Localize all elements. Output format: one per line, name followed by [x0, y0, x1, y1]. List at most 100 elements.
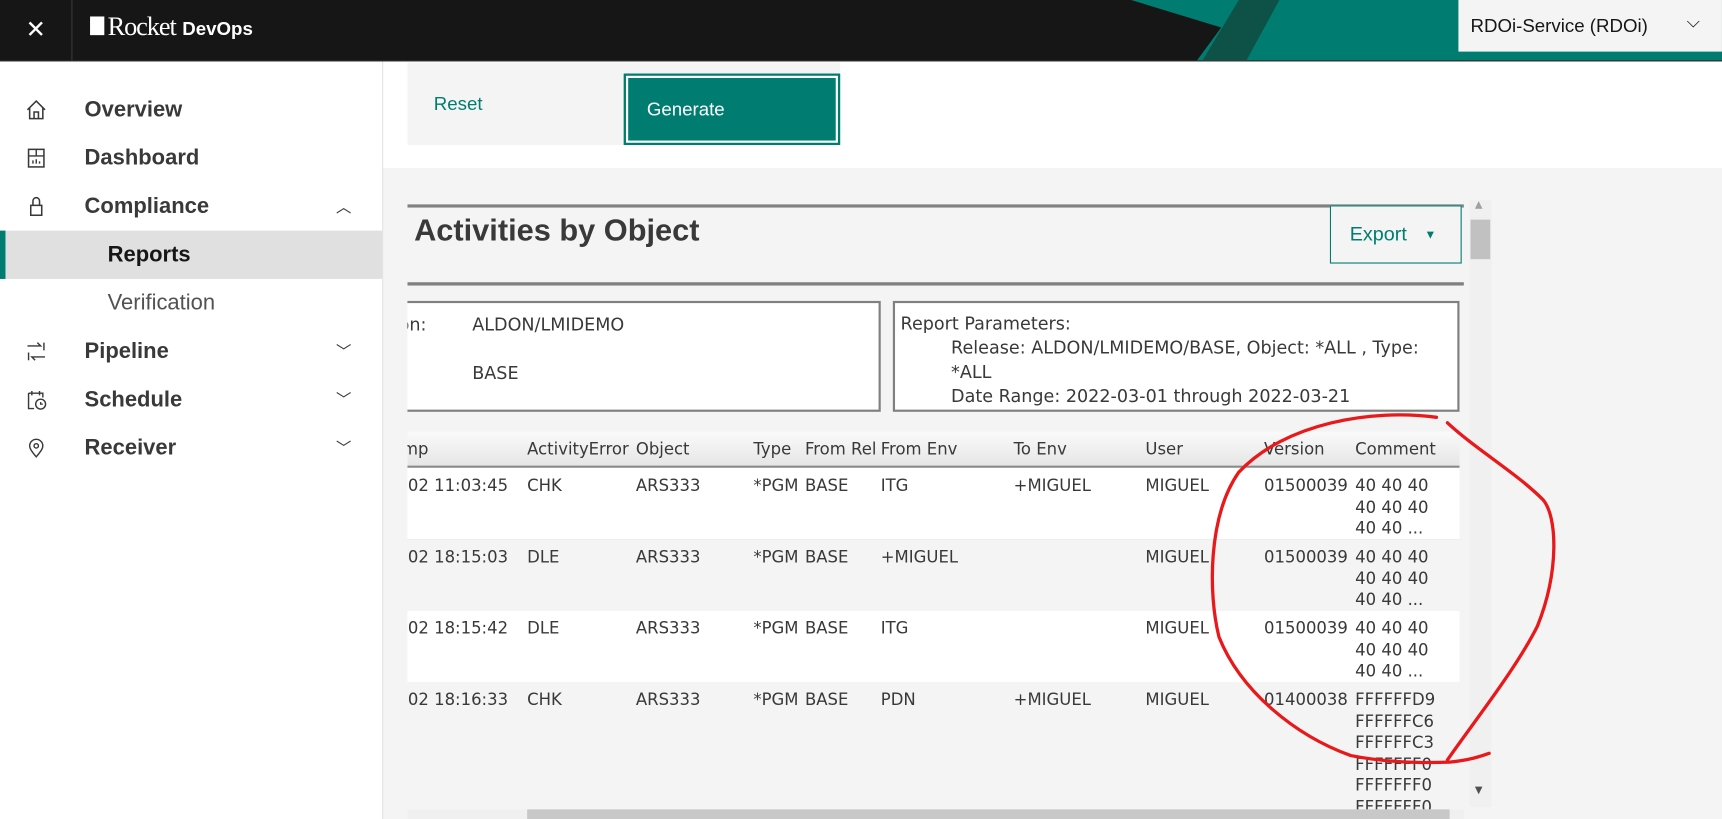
sidebar-item-compliance[interactable]: Compliance ︿ [0, 182, 382, 230]
params-type: *ALL [951, 361, 992, 383]
scroll-up-icon[interactable]: ▲ [1475, 200, 1483, 211]
cell-type: *PGM [753, 689, 799, 710]
table-row: -02 18:16:33 CHK ARS333 *PGM BASE PDN +MIGUEL M… [407, 681, 1460, 817]
export-button[interactable]: Export ▼ [1329, 205, 1462, 264]
chevron-down-icon: ﹀ [336, 342, 352, 361]
cell-from-env: ITG [880, 475, 909, 496]
cell-to-env: +MIGUEL [1013, 475, 1091, 496]
cell-ts: -02 18:16:33 [407, 689, 509, 710]
column-header: Error [588, 439, 629, 460]
chevron-down-icon: ﹀ [336, 439, 352, 457]
caret-down-icon: ▼ [1424, 227, 1437, 242]
pipeline-icon [27, 342, 46, 361]
column-header: Object [635, 439, 690, 460]
cell-comment: 40 40 ... [1355, 518, 1424, 539]
cell-comment: 40 40 40 [1355, 546, 1429, 567]
table-row: -02 11:03:45 CHK ARS333 *PGM BASE ITG +MIGUEL M… [407, 467, 1460, 542]
table-row: -02 18:15:42 DLE ARS333 *PGM BASE ITG MIGUEL 01… [407, 610, 1460, 685]
info-value: ALDON/LMIDEMO [472, 314, 625, 335]
cell-from-rel: BASE [804, 618, 849, 639]
cell-type: *PGM [753, 618, 799, 639]
info-label: on: [407, 314, 427, 335]
cell-activity: CHK [527, 689, 562, 710]
sidebar-item-dashboard[interactable]: Dashboard [0, 134, 382, 182]
service-selector-value: RDOi-Service (RDOi) [1470, 14, 1648, 36]
cell-from-env: PDN [880, 689, 916, 710]
cell-comment: 40 40 40 [1355, 568, 1429, 589]
cell-from-rel: BASE [804, 475, 849, 496]
calendar-clock-icon [27, 390, 47, 410]
brand-name: Rocket [90, 13, 177, 43]
chevron-up-icon: ︿ [336, 197, 352, 216]
sidebar-item-reports[interactable]: Reports [0, 230, 383, 279]
app-window: ✕ Rocket DevOps RDOi-Service (RDOi) ⌵ Ov… [0, 0, 1722, 819]
export-label: Export [1349, 222, 1407, 245]
cell-object: ARS333 [635, 475, 701, 496]
report-viewer: ) Activities by Object Export ▼ on: ALDO… [407, 204, 1464, 819]
cell-from-rel: BASE [804, 546, 849, 567]
info-value: BASE [472, 362, 519, 384]
cell-activity: CHK [527, 475, 562, 496]
cell-object: ARS333 [635, 689, 701, 710]
cell-ts: -02 18:15:42 [407, 618, 509, 639]
cell-ts: -02 11:03:45 [407, 475, 509, 496]
close-icon[interactable]: ✕ [0, 0, 73, 61]
reset-button[interactable]: Reset [407, 63, 623, 145]
column-header: Comment [1355, 439, 1436, 460]
sidebar: Overview Dashboard Compliance ︿ Reports … [0, 61, 384, 819]
home-icon [26, 99, 46, 120]
cell-version: 01500039 [1264, 475, 1348, 496]
chevron-down-icon: ﹀ [336, 390, 352, 409]
cell-to-env: +MIGUEL [1013, 689, 1091, 710]
column-header: User [1145, 439, 1183, 460]
column-header: To Env [1013, 439, 1067, 460]
horizontal-scroll-thumb[interactable] [527, 809, 1450, 819]
cell-comment: FFFFFFD9 [1355, 689, 1436, 710]
cell-version: 01500039 [1264, 546, 1348, 567]
cell-comment: 40 40 ... [1355, 589, 1424, 610]
sidebar-item-receiver[interactable]: Receiver ﹀ [0, 424, 382, 472]
column-header: mp [407, 439, 429, 460]
sidebar-item-overview[interactable]: Overview [0, 86, 382, 134]
cell-user: MIGUEL [1145, 618, 1209, 639]
dashboard-icon [27, 148, 45, 168]
cell-comment: 40 40 40 [1355, 639, 1429, 660]
chevron-down-icon: ⌵ [1686, 13, 1701, 32]
cell-user: MIGUEL [1145, 546, 1209, 567]
column-header: Activity [527, 439, 589, 460]
cell-comment: FFFFFFF0 [1355, 775, 1433, 796]
params-heading: Report Parameters: [900, 312, 1071, 334]
generate-button[interactable]: Generate [623, 73, 841, 145]
cell-from-rel: BASE [804, 689, 849, 710]
cell-type: *PGM [753, 475, 799, 496]
cell-object: ARS333 [635, 618, 701, 639]
cell-from-env: ITG [880, 618, 909, 639]
sidebar-item-pipeline[interactable]: Pipeline ﹀ [0, 327, 382, 375]
cell-comment: FFFFFFF0 [1355, 753, 1433, 774]
sidebar-item-schedule[interactable]: Schedule ﹀ [0, 376, 382, 424]
cell-comment: 40 40 ... [1355, 661, 1424, 681]
column-header: Type [753, 439, 792, 460]
product-name: DevOps [182, 18, 253, 40]
column-header: Version [1264, 439, 1325, 460]
divider [407, 282, 1464, 286]
cell-activity: DLE [527, 618, 560, 639]
cell-type: *PGM [753, 546, 799, 567]
params-release: Release: ALDON/LMIDEMO/BASE, Object: *AL… [951, 337, 1419, 359]
cell-ts: -02 18:15:03 [407, 546, 509, 567]
top-bar: ✕ Rocket DevOps RDOi-Service (RDOi) ⌵ [0, 0, 1722, 62]
divider [407, 204, 1464, 208]
column-header: From Rel [804, 439, 877, 460]
lock-icon [29, 196, 43, 217]
scroll-down-icon[interactable]: ▼ [1475, 785, 1483, 796]
cell-comment: 40 40 40 [1355, 496, 1429, 517]
cell-object: ARS333 [635, 546, 701, 567]
sidebar-item-verification[interactable]: Verification [0, 279, 382, 327]
vertical-scrollbar[interactable]: ▲ ▼ [1469, 199, 1492, 808]
cell-comment: 40 40 40 [1355, 475, 1429, 496]
service-selector[interactable]: RDOi-Service (RDOi) ⌵ [1458, 0, 1722, 52]
logo[interactable]: Rocket DevOps [90, 13, 253, 43]
vertical-scroll-thumb[interactable] [1470, 219, 1491, 260]
table-header: mp Activity Error Object Type From Rel F… [407, 431, 1460, 468]
params-date-range: Date Range: 2022-03-01 through 2022-03-2… [951, 385, 1351, 407]
